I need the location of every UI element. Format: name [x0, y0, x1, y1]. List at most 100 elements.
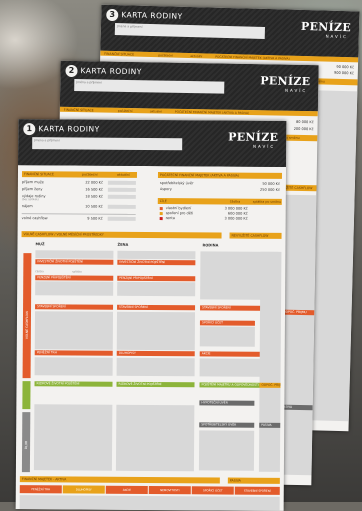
- man-product-bar[interactable]: RIZIKOVÉ ŽIVOTNÍ POJIŠTĚNÍ: [34, 381, 113, 387]
- goal-value: 600 000 Kč: [227, 211, 248, 216]
- man-field[interactable]: [35, 250, 114, 259]
- woman-product-bar[interactable]: INVESTIČNÍ ŽIVOTNÍ POJIŠTĚNÍ: [117, 259, 196, 266]
- footer-cell: PENĚŽNÍ TRH: [19, 485, 62, 494]
- finance-col-current: aktuální: [116, 172, 130, 177]
- name-field[interactable]: Jména a příjmení: [74, 79, 225, 94]
- man-product-bar[interactable]: INVESTIČNÍ ŽIVOTNÍ POJIŠTĚNÍ: [35, 259, 114, 265]
- col-family: RODINA: [202, 243, 219, 248]
- finance-row-label: příjem muže: [21, 180, 44, 185]
- woman-product-bar[interactable]: RIZIKOVÉ ŽIVOTNÍ POJIŠTĚNÍ: [116, 381, 195, 388]
- logo-subtext: NAVÍC: [252, 143, 276, 149]
- finance-row-label: volné cashflow: [21, 216, 48, 221]
- card-title: KARTA RODINY: [121, 10, 183, 21]
- man-product-bar[interactable]: PENĚŽNÍ TRH: [34, 350, 113, 356]
- woman-product-bar[interactable]: STAVEBNÍ SPOŘENÍ: [117, 304, 196, 311]
- asset-row-value: 250 000 Kč: [260, 187, 280, 192]
- brand-logo: PENÍZE NAVÍC: [291, 20, 351, 42]
- goals-col-fee: splátka po směnu: [252, 199, 282, 204]
- side-bar: ODPOČ. PŘIJMU: [281, 309, 315, 316]
- family-product-bar[interactable]: SPOŘICÍ ÚČET: [199, 320, 255, 326]
- name-field[interactable]: Jména a příjmení: [114, 23, 266, 39]
- man-field[interactable]: [35, 281, 114, 296]
- finance-input[interactable]: [107, 187, 136, 192]
- man-field[interactable]: [34, 357, 113, 376]
- woman-product-bar[interactable]: DLUHOPISY: [116, 350, 195, 357]
- asset-value: 80 000 Kč: [296, 119, 314, 125]
- man-field[interactable]: [34, 311, 114, 350]
- goals-header: CÍLE částka splátka po směnu: [157, 198, 282, 205]
- unused-field[interactable]: [258, 251, 282, 472]
- card-number-badge: 3: [106, 8, 119, 22]
- man-field[interactable]: [33, 404, 113, 471]
- finance-input[interactable]: [107, 216, 136, 221]
- col-current: aktuální: [190, 54, 203, 59]
- man-product-bar[interactable]: STAVEBNÍ SPOŘENÍ: [35, 304, 114, 310]
- unused-bar: PASIVA: [259, 422, 281, 428]
- side-label: VOLNÉ CASHFLOW: [24, 311, 30, 340]
- assets-header: POČÁTEČNÍ FINANČNÍ MAJETEK (AKTIVA A PAS…: [157, 172, 282, 179]
- card-title: KARTA RODINY: [38, 124, 100, 134]
- woman-field[interactable]: [117, 250, 196, 260]
- unused-bar: ODPOČ. PŘIJMU: [259, 382, 281, 388]
- finance-header-label: FINANČNÍ SITUACE: [23, 172, 54, 177]
- assets-header: POČÁTEČNÍ FINANČNÍ MAJETEK (AKTIVA A PAS…: [174, 109, 250, 116]
- goal-value: 3 000 000 Kč: [224, 216, 248, 221]
- cashflow-header: VOLNÉ CASHFLOW / VOLNÉ MĚSÍČNÍ PROSTŘEDK…: [21, 231, 222, 239]
- finance-input[interactable]: [107, 180, 136, 185]
- goal-color-dot: [159, 217, 163, 221]
- name-field[interactable]: Jména a příjmení: [32, 137, 183, 151]
- finance-row-note: (bez splátek): [21, 198, 39, 202]
- finance-input[interactable]: [107, 194, 136, 199]
- goal-label: vlastní bydlení: [165, 206, 192, 211]
- card-number-badge: 2: [65, 64, 78, 78]
- footer-field[interactable]: [19, 495, 280, 511]
- logo-subtext: NAVÍC: [325, 33, 348, 40]
- card-title: KARTA RODINY: [80, 66, 142, 77]
- asset-value: 200 000 Kč: [293, 126, 314, 132]
- side-label: DLUH: [24, 440, 29, 450]
- footer-cell: SPOŘICÍ ÚČET: [191, 486, 234, 495]
- unused-cashflow-header: NEVYUŽITÉ CASHFLOW: [229, 232, 282, 239]
- woman-field[interactable]: [116, 357, 195, 377]
- goal-label: spoření pro děti: [165, 211, 194, 216]
- family-field[interactable]: [198, 430, 255, 471]
- goal-label: renta: [165, 216, 175, 221]
- col-man: MUŽ: [35, 242, 45, 247]
- logo-text: PENÍZE: [228, 130, 279, 144]
- woman-field[interactable]: [115, 404, 195, 472]
- side-bar: PASIVA: [279, 404, 313, 411]
- family-product-bar[interactable]: SPOTŘEBITELSKÝ ÚVĚR: [199, 422, 255, 428]
- col-initial: počáteční: [158, 53, 173, 58]
- woman-field[interactable]: [117, 281, 196, 297]
- finance-input[interactable]: [107, 204, 136, 209]
- asset-value: 900 000 Kč: [333, 70, 354, 76]
- logo-subtext: NAVÍC: [284, 87, 308, 94]
- footer-cell: AKCIE: [105, 485, 148, 494]
- divider: [21, 213, 136, 215]
- finance-row-value: 22 000 Kč: [85, 180, 103, 185]
- goals-header-label: CÍLE: [159, 199, 167, 204]
- amount-label: částka: [35, 270, 44, 274]
- footer-cell: DLUHOPISY: [62, 485, 105, 494]
- goal-color-dot: [159, 207, 163, 211]
- asset-row-label: úspory: [159, 187, 172, 192]
- footer-cell: NEMOVITOSTI: [148, 485, 191, 495]
- brand-logo: PENÍZE NAVÍC: [218, 130, 278, 150]
- finance-header: FINANČNÍ SITUACE: [63, 107, 94, 113]
- asset-value: 90 000 Kč: [336, 64, 355, 70]
- finance-header: FINANČNÍ SITUACE: [104, 51, 135, 57]
- brand-logo: PENÍZE NAVÍC: [250, 74, 310, 95]
- col-current: aktuální: [149, 109, 162, 114]
- side-band-assets: [22, 381, 31, 410]
- woman-product-bar[interactable]: PENZIJNÍ PŘIPOJIŠTĚNÍ: [117, 275, 196, 282]
- card-number-badge: 1: [23, 123, 36, 136]
- asset-row-label: spotřebitelský úvěr: [159, 181, 194, 186]
- family-product-bar[interactable]: HYPOTEČNÍ ÚVĚR: [199, 400, 255, 406]
- finance-row-value: 18 500 Kč: [85, 194, 103, 199]
- family-field[interactable]: [199, 326, 255, 347]
- man-product-bar[interactable]: PENZIJNÍ PŘIPOJIŠTĚNÍ: [35, 275, 114, 281]
- family-card-1: 1 KARTA RODINY Jména a příjmení PENÍZE N…: [15, 119, 287, 511]
- woman-field[interactable]: [116, 311, 196, 351]
- finance-col-initial: počáteční: [81, 172, 98, 177]
- finance-row-label: nájem: [21, 204, 33, 209]
